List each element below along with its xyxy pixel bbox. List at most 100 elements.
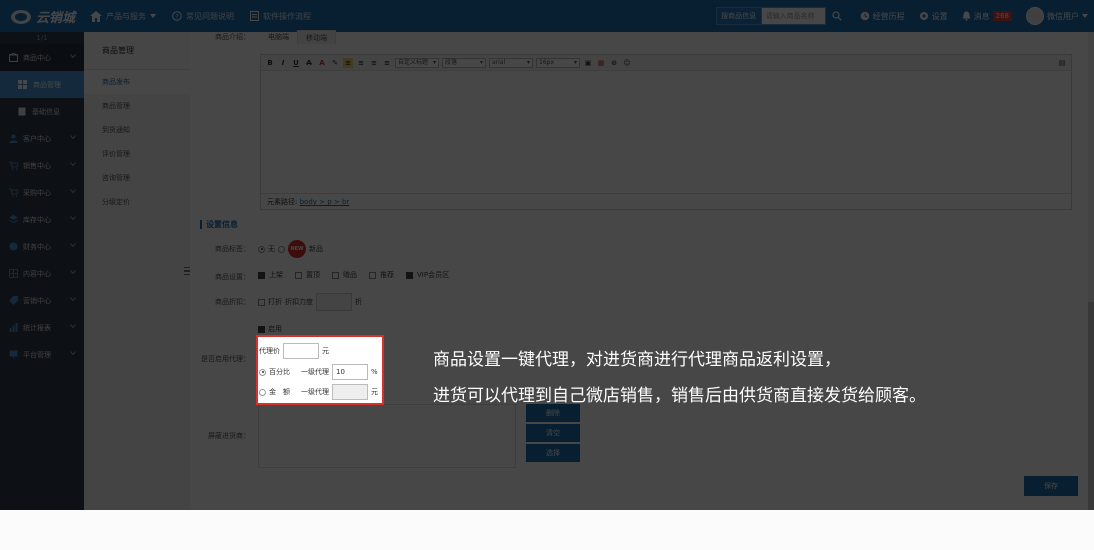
clear-button[interactable]: 清空 — [526, 424, 580, 442]
align-center-icon[interactable]: ≡ — [356, 58, 366, 68]
sidebar-item-product-center[interactable]: 商品中心 — [0, 44, 84, 71]
underline-icon[interactable]: U — [291, 58, 301, 68]
element-path-links[interactable]: body > p > br — [300, 198, 350, 206]
grid-icon — [9, 269, 18, 278]
caption-line-2: 进货可以代理到自己微店销售，销售后由供货商直接发货给顾客。 — [433, 386, 926, 406]
messages-link[interactable]: 消息 268 — [962, 11, 1012, 22]
submenu-item-inquiries[interactable]: 咨询管理 — [84, 166, 190, 190]
align-left-icon[interactable]: ≡ — [343, 57, 353, 68]
submenu-item-manage[interactable]: 商品管理 — [84, 94, 190, 118]
message-count-badge: 268 — [992, 11, 1012, 21]
avatar — [1026, 7, 1044, 25]
bold-icon[interactable]: B — [265, 58, 275, 68]
checkbox-top[interactable] — [295, 271, 302, 279]
search-button[interactable] — [828, 7, 846, 25]
sidebar-sub-product-manage[interactable]: 商品管理 — [0, 71, 84, 98]
emotion-icon[interactable]: ☺ — [622, 58, 632, 68]
help-circle-icon: ? — [172, 11, 182, 21]
agent-label: 是否启用代理： — [201, 355, 250, 363]
align-right-icon[interactable]: ≡ — [369, 58, 379, 68]
font-family-select[interactable]: arial ▾ — [489, 57, 533, 68]
chevron-down-icon — [70, 54, 76, 58]
sidebar-item-statistics[interactable]: 统计报表 — [0, 314, 84, 341]
sidebar-item-stock-center[interactable]: 库存中心 — [0, 206, 84, 233]
tab-pc[interactable]: 电脑端 — [260, 30, 297, 44]
radio-agent-percent[interactable] — [259, 368, 266, 376]
checkbox-vip-zone[interactable] — [406, 271, 413, 279]
heading-select[interactable]: 自定义标题 ▾ — [395, 57, 439, 68]
search-type-select[interactable]: 搜商品信息 — [715, 7, 762, 25]
font-color-icon[interactable]: A — [317, 58, 327, 68]
agent-percent-input[interactable]: 10 — [332, 364, 368, 380]
sidebar-item-platform-manage[interactable]: 平台管理 — [0, 341, 84, 368]
image-icon[interactable]: ▣ — [583, 58, 593, 68]
checkbox-onshelf[interactable] — [258, 271, 265, 279]
radio-tag-none[interactable] — [258, 245, 265, 253]
sidebar-pager: 1/1 — [36, 34, 48, 42]
document-icon — [250, 11, 259, 21]
user-menu[interactable]: 微信用户 — [1026, 7, 1088, 25]
stack-icon — [9, 215, 18, 224]
strikethrough-icon[interactable]: A — [304, 58, 314, 68]
new-tag-badge: NEW — [288, 240, 306, 258]
agent-price-input[interactable] — [283, 343, 319, 359]
agent-amount-input[interactable] — [332, 384, 368, 400]
paragraph-select[interactable]: 段落 ▾ — [442, 57, 486, 68]
sidebar-sub-basic-info[interactable]: 基础信息 — [0, 98, 84, 125]
agent-percent-row: 百分比 一级代理 10 % — [259, 364, 378, 380]
settings-options: 上架 置顶 赠品 推荐 VIP会员区 — [258, 270, 449, 280]
editor-toolbar: B I U A A ✎ ≡ ≡ ≡ ≡ 自定义标题 ▾ 段落 ▾ arial ▾ 16… — [261, 55, 1071, 71]
sidebar-item-sales-center[interactable]: 销售中心 — [0, 152, 84, 179]
sidebar-item-marketing-center[interactable]: 营销中心 — [0, 287, 84, 314]
editor-body[interactable] — [261, 71, 1071, 193]
nav-faq[interactable]: ? 常见问题说明 — [164, 0, 242, 32]
sidebar-item-content-center[interactable]: 内容中心 — [0, 260, 84, 287]
align-justify-icon[interactable]: ≡ — [382, 58, 392, 68]
product-desc-label: 商品介绍： — [215, 33, 250, 41]
history-link[interactable]: 经营历程 — [860, 11, 905, 22]
highlight-color-icon[interactable]: ✎ — [330, 58, 340, 68]
nav-workflow[interactable]: 软件操作流程 — [242, 0, 319, 32]
checkbox-gift[interactable] — [332, 271, 339, 279]
nav-label: 常见问题说明 — [186, 11, 234, 21]
italic-icon[interactable]: I — [278, 58, 288, 68]
cart-icon — [9, 161, 18, 170]
sidebar-item-customer-center[interactable]: 客户中心 — [0, 125, 84, 152]
chevron-down-icon — [70, 324, 76, 328]
sidebar-item-purchase-center[interactable]: 采购中心 — [0, 179, 84, 206]
discount-input[interactable] — [316, 293, 352, 311]
search-input[interactable]: 请输入商品名称 — [761, 7, 826, 25]
nav-products-services[interactable]: 产品与服务 — [88, 0, 164, 32]
agent-enable-row: 启用 — [258, 324, 282, 334]
scrollbar-thumb[interactable] — [1088, 302, 1094, 510]
app-logo[interactable]: 云销城 — [10, 5, 84, 27]
tag-icon — [9, 296, 18, 305]
editor-status-bar: 元素路径: body > p > br — [261, 193, 1071, 209]
settings-link[interactable]: 设置 — [919, 11, 948, 22]
bottom-strip — [0, 510, 1094, 550]
tab-mobile[interactable]: 移动端 — [297, 30, 336, 44]
table-icon[interactable]: ▦ — [596, 58, 606, 68]
submenu-item-publish[interactable]: 商品发布 — [84, 70, 190, 94]
radio-tag-new[interactable] — [278, 245, 285, 253]
tag-options: 无 NEW 新品 — [258, 240, 323, 258]
checkbox-discount[interactable] — [258, 298, 265, 306]
submenu-item-tier-pricing[interactable]: 分级定价 — [84, 190, 190, 214]
radio-agent-amount[interactable] — [259, 388, 266, 396]
submenu-item-reviews[interactable]: 评价管理 — [84, 142, 190, 166]
chevron-down-icon — [70, 135, 76, 139]
submenu-title: 商品管理 — [84, 32, 190, 70]
save-button[interactable]: 保存 — [1024, 476, 1078, 496]
fullscreen-icon[interactable]: ▤ — [1057, 58, 1067, 68]
submenu-item-arrival-notice[interactable]: 到货通知 — [84, 118, 190, 142]
checkbox-recommend[interactable] — [369, 271, 376, 279]
sidebar-item-finance-center[interactable]: 财务中心 — [0, 233, 84, 260]
monitor-icon — [9, 350, 18, 359]
main-scrollbar[interactable] — [1088, 32, 1094, 510]
link-icon[interactable]: ⊙ — [609, 58, 619, 68]
checkbox-agent-enable[interactable] — [258, 325, 265, 333]
top-nav: 产品与服务 ? 常见问题说明 软件操作流程 — [88, 0, 319, 32]
chart-icon — [9, 323, 18, 332]
font-size-select[interactable]: 16px ▾ — [536, 57, 580, 68]
choose-button[interactable]: 选择 — [526, 444, 580, 462]
